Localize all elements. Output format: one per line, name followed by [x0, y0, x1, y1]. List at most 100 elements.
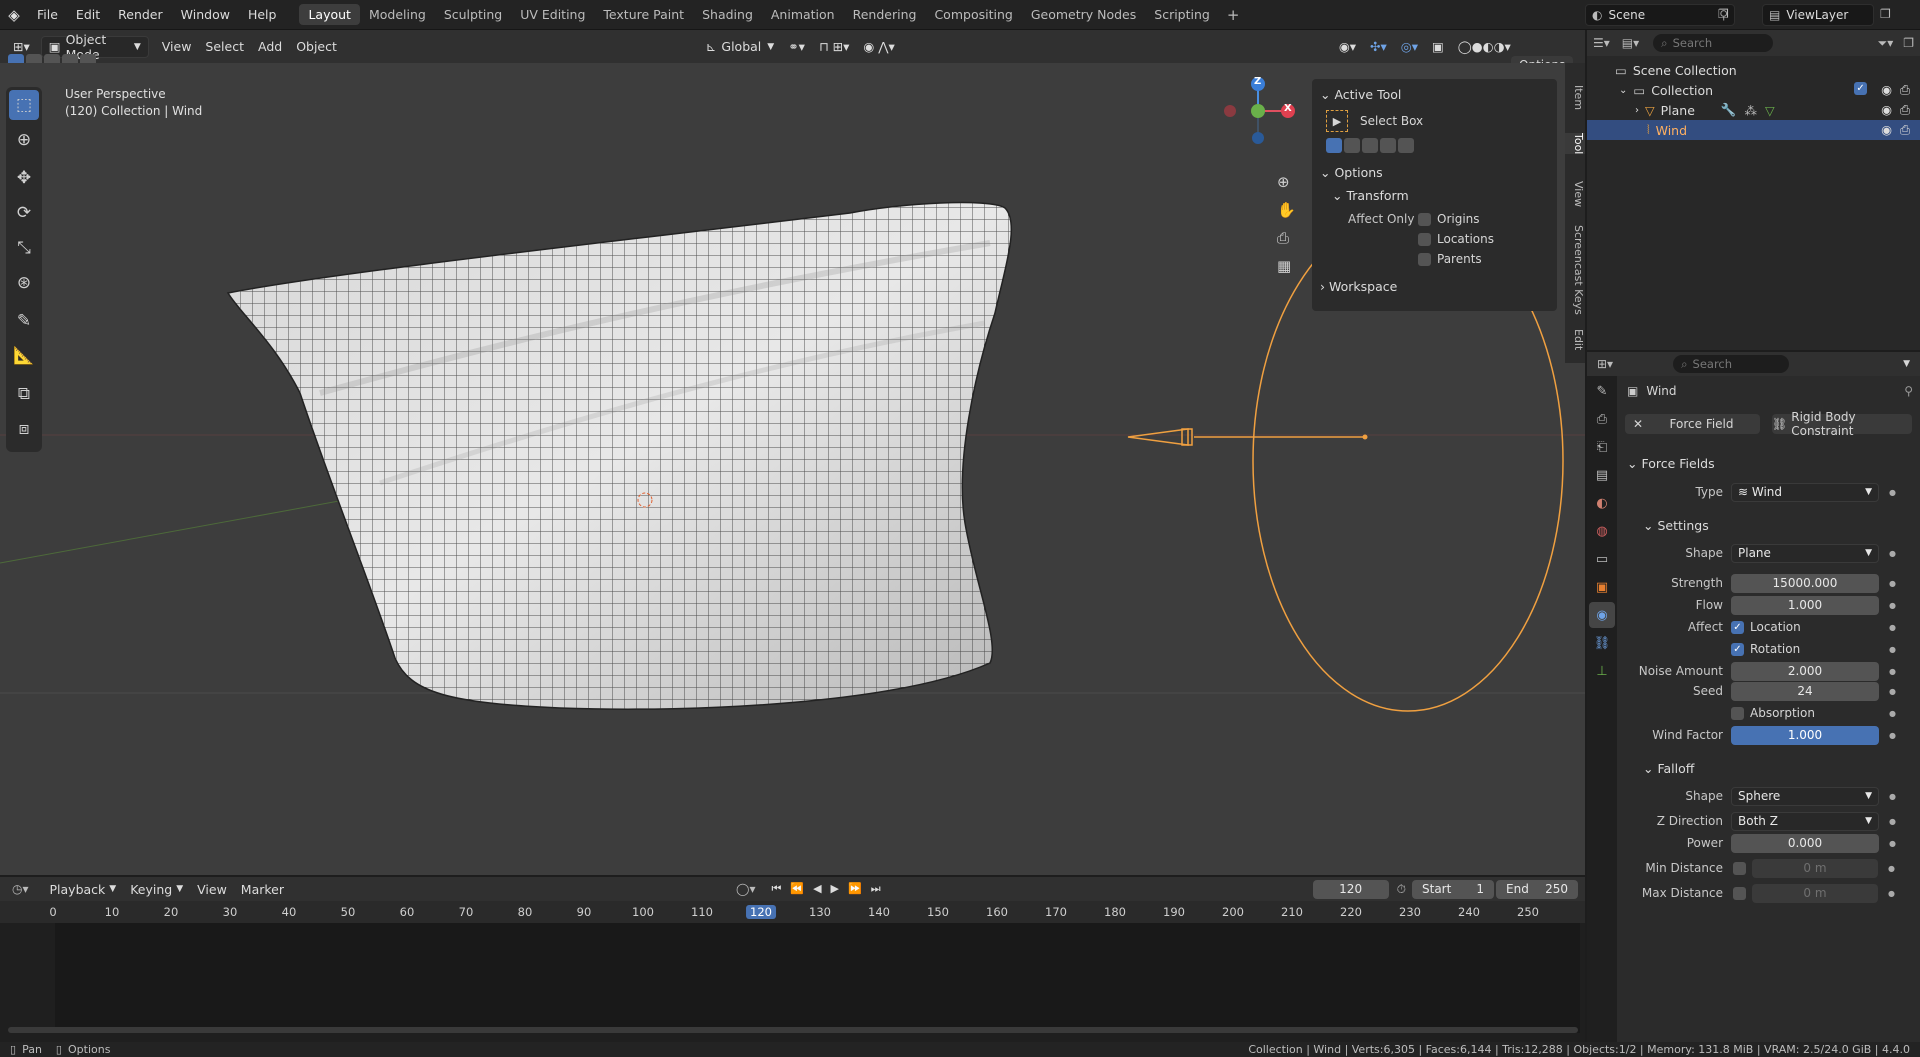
eye-icon[interactable]: ◉: [1881, 102, 1892, 118]
keyframe-dot-icon[interactable]: ●: [1889, 488, 1896, 497]
tab-layout[interactable]: Layout: [299, 4, 360, 25]
auto-key-icon[interactable]: ◯▾: [736, 882, 755, 896]
mode-subtract-icon[interactable]: [1362, 138, 1378, 153]
timeline-tracks[interactable]: [55, 923, 1580, 1033]
new-scene-icon[interactable]: ❐: [1718, 7, 1729, 21]
expand-chevron-icon[interactable]: ⌄: [1619, 85, 1627, 96]
data-tab-icon[interactable]: ⊥: [1589, 658, 1615, 684]
active-tool-header[interactable]: ⌄ Active Tool: [1312, 83, 1557, 106]
tab-compositing[interactable]: Compositing: [925, 4, 1021, 25]
eye-icon[interactable]: ◉: [1881, 82, 1892, 98]
checkbox-origins[interactable]: Origins: [1418, 212, 1480, 226]
orientation-dropdown[interactable]: ⊾ Global ▼: [699, 36, 781, 58]
rotate-icon[interactable]: ⟳: [9, 198, 39, 228]
current-frame-field[interactable]: 120: [1312, 879, 1389, 899]
tab-sculpting[interactable]: Sculpting: [435, 4, 511, 25]
keyframe-dot-icon[interactable]: ●: [1889, 792, 1896, 801]
visibility-icon[interactable]: ◉▾: [1332, 36, 1363, 58]
tree-plane[interactable]: › ▽ Plane 🔧 ⁂ ▽ ◉ ⎙: [1587, 100, 1920, 120]
tab-animation[interactable]: Animation: [762, 4, 844, 25]
mode-intersect-icon[interactable]: [1398, 138, 1414, 153]
proportional-edit-icon[interactable]: ◉ ⋀▾: [856, 36, 901, 58]
tab-edit[interactable]: Edit: [1565, 329, 1585, 350]
object-tab-icon[interactable]: ▣: [1589, 574, 1615, 600]
z-direction-dropdown[interactable]: Both Z ▼: [1731, 811, 1879, 831]
menu-object[interactable]: Object: [289, 36, 344, 58]
pivot-icon[interactable]: ⚭▾: [781, 36, 812, 58]
menu-playback[interactable]: Playback ▼: [43, 878, 124, 900]
workspace-header[interactable]: › Workspace: [1312, 275, 1557, 298]
keyframe-dot-icon[interactable]: ●: [1889, 549, 1896, 558]
next-keyframe-icon[interactable]: ⏩: [848, 882, 862, 896]
checkbox-locations[interactable]: Locations: [1418, 232, 1494, 246]
new-collection-icon[interactable]: ❐: [1903, 36, 1914, 50]
annotate-icon[interactable]: ✎: [9, 306, 39, 336]
transform-icon[interactable]: ⊛: [9, 268, 39, 298]
pan-hand-icon[interactable]: ✋: [1277, 201, 1296, 219]
cursor-icon[interactable]: ⊕: [9, 125, 39, 155]
menu-add[interactable]: Add: [251, 36, 289, 58]
tab-view[interactable]: View: [1565, 181, 1585, 207]
overlays-icon[interactable]: ◎▾: [1394, 36, 1425, 58]
editor-type-icon[interactable]: ⊞▾: [1597, 357, 1613, 371]
modifier-icon[interactable]: 🔧: [1721, 102, 1737, 118]
ortho-grid-icon[interactable]: ▦: [1277, 257, 1296, 275]
frame-ruler[interactable]: 0 10 20 30 40 50 60 70 80 90 100 110 120 130 140 150 160…: [0, 901, 1585, 923]
navigation-gizmo[interactable]: Z X: [1218, 71, 1298, 151]
tab-geometry-nodes[interactable]: Geometry Nodes: [1022, 4, 1145, 25]
prev-keyframe-icon[interactable]: ⏪: [790, 882, 804, 896]
noise-field[interactable]: 2.000: [1731, 661, 1879, 681]
menu-select[interactable]: Select: [198, 36, 251, 58]
start-frame-field[interactable]: Start 1: [1412, 879, 1494, 899]
keyframe-dot-icon[interactable]: ●: [1889, 731, 1896, 740]
gizmo-toggle-icon[interactable]: ✣▾: [1363, 36, 1394, 58]
collection-tab-icon[interactable]: ▭: [1589, 546, 1615, 572]
add-object-icon[interactable]: ⧈: [9, 414, 39, 444]
scene-selector[interactable]: ◐ Scene ⚲: [1585, 4, 1735, 26]
menu-help[interactable]: Help: [239, 0, 286, 30]
constraints-tab-icon[interactable]: ⛓: [1589, 630, 1615, 656]
menu-render[interactable]: Render: [109, 0, 172, 30]
eye-icon[interactable]: ◉: [1881, 122, 1892, 138]
render-tab-icon[interactable]: ⎙: [1589, 406, 1615, 432]
mode-new-icon[interactable]: [1326, 138, 1342, 153]
pin-icon[interactable]: ⚲: [1904, 384, 1913, 398]
menu-view[interactable]: View: [155, 36, 199, 58]
tree-wind[interactable]: ⦚ Wind ◉ ⎙: [1587, 120, 1920, 140]
tab-screencast-keys[interactable]: Screencast Keys: [1565, 225, 1585, 315]
keyframe-dot-icon[interactable]: ●: [1889, 709, 1896, 718]
settings-header[interactable]: ⌄ Settings: [1643, 518, 1709, 533]
menu-edit[interactable]: Edit: [67, 0, 109, 30]
display-mode-icon[interactable]: ▤▾: [1622, 36, 1639, 50]
force-field-remove-button[interactable]: ✕ Force Field: [1625, 414, 1760, 434]
editor-type-icon[interactable]: ☰▾: [1593, 36, 1610, 50]
transform-header[interactable]: ⌄ Transform: [1312, 184, 1557, 207]
absorption-checkbox[interactable]: Absorption: [1731, 706, 1879, 720]
measure-icon[interactable]: 📐: [9, 341, 39, 371]
view-layer-tab-icon[interactable]: ▤: [1589, 462, 1615, 488]
camera-icon[interactable]: ⎙: [1277, 229, 1296, 247]
max-distance-checkbox[interactable]: [1733, 886, 1746, 900]
particles-icon[interactable]: ⁂: [1745, 103, 1758, 118]
falloff-shape-dropdown[interactable]: Sphere ▼: [1731, 786, 1879, 806]
jump-start-icon[interactable]: ⏮: [771, 882, 781, 896]
add-workspace-icon[interactable]: +: [1219, 6, 1248, 24]
camera-icon[interactable]: ⎙: [1900, 82, 1910, 98]
rigid-body-constraint-button[interactable]: ⛓ Rigid Body Constraint: [1772, 410, 1912, 438]
affect-location-checkbox[interactable]: ✓ Location: [1731, 620, 1879, 634]
tab-modeling[interactable]: Modeling: [360, 4, 435, 25]
menu-marker[interactable]: Marker: [234, 878, 291, 900]
move-icon[interactable]: ✥: [9, 163, 39, 193]
keyframe-dot-icon[interactable]: ●: [1889, 601, 1896, 610]
expand-chevron-icon[interactable]: ›: [1635, 105, 1639, 116]
tool-tab-icon[interactable]: ✎: [1589, 378, 1615, 404]
keyframe-dot-icon[interactable]: ●: [1889, 667, 1896, 676]
scene-tab-icon[interactable]: ◐: [1589, 490, 1615, 516]
jump-end-icon[interactable]: ⏭: [871, 882, 881, 896]
select-box-icon[interactable]: ⬚: [9, 90, 39, 120]
timeline-scrollbar[interactable]: [8, 1027, 1578, 1033]
world-tab-icon[interactable]: ◍: [1589, 518, 1615, 544]
keyframe-dot-icon[interactable]: ●: [1889, 579, 1896, 588]
force-fields-header[interactable]: ⌄ Force Fields: [1627, 456, 1715, 471]
output-tab-icon[interactable]: ⎗: [1589, 434, 1615, 460]
